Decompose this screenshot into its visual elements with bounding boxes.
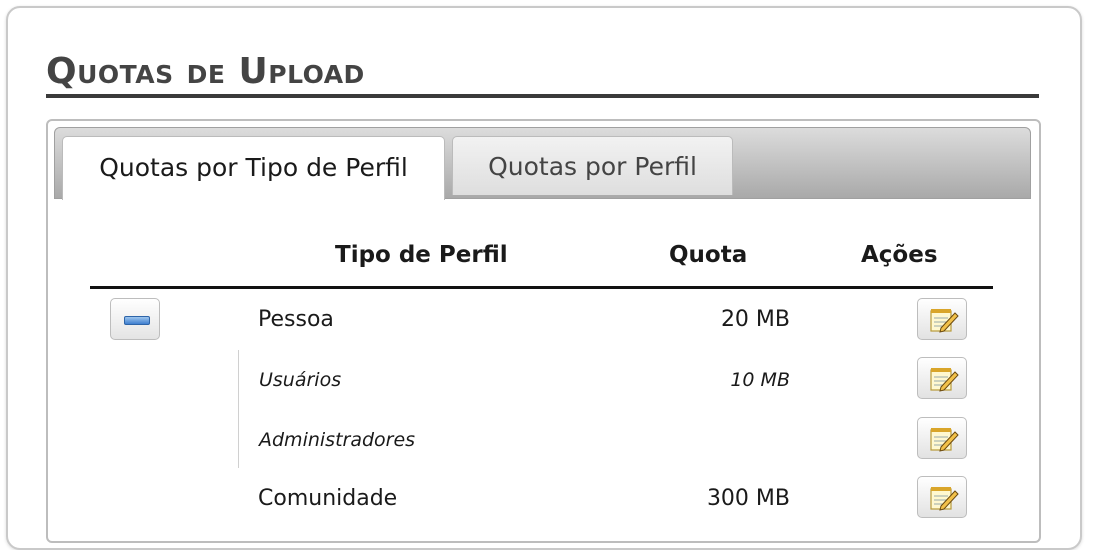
edit-icon: [930, 309, 959, 333]
table-header-divider: [90, 286, 993, 289]
minus-icon: [124, 316, 150, 325]
edit-button[interactable]: [917, 298, 967, 340]
table-row-quota: 20 MB: [720, 307, 790, 332]
tree-connector: [238, 350, 239, 468]
table-row-name: Comunidade: [258, 486, 398, 511]
table-row-quota: 300 MB: [706, 486, 790, 511]
edit-icon: [930, 368, 959, 392]
title-divider: [46, 94, 1039, 98]
page-title: Quotas de Upload: [46, 51, 365, 92]
edit-button[interactable]: [917, 476, 967, 518]
edit-icon: [930, 428, 959, 452]
table-row-name: Usuários: [259, 369, 342, 391]
table-row-name: Pessoa: [258, 307, 334, 332]
tab-quotas-by-profile-type[interactable]: Quotas por Tipo de Perfil: [62, 136, 445, 200]
edit-icon: [930, 487, 959, 511]
column-header-profile-type: Tipo de Perfil: [335, 242, 508, 268]
edit-button[interactable]: [917, 357, 967, 399]
table-row-quota: 10 MB: [730, 369, 790, 391]
collapse-button[interactable]: [110, 298, 160, 340]
table-row-name: Administradores: [259, 429, 416, 451]
column-header-quota: Quota: [669, 242, 748, 268]
column-header-actions: Ações: [861, 242, 938, 268]
tab-quotas-by-profile[interactable]: Quotas por Perfil: [452, 136, 733, 195]
edit-button[interactable]: [917, 417, 967, 459]
